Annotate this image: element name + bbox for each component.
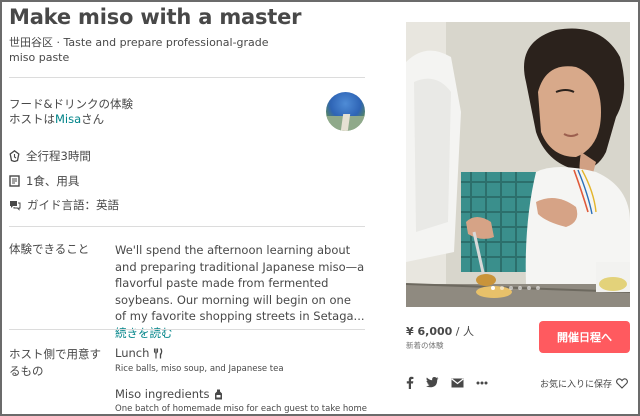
carousel-dot[interactable] <box>509 286 513 290</box>
new-experience-note: 新着の体験 <box>406 341 444 350</box>
host-avatar[interactable] <box>326 92 365 131</box>
experience-photo[interactable] <box>406 22 630 307</box>
host-suffix: さん <box>81 112 105 126</box>
wishlist-label: お気に入りに保存 <box>540 380 613 390</box>
description-text: We'll spend the afternoon learning about… <box>115 243 365 323</box>
provided-item-name: Miso ingredients <box>115 387 210 401</box>
heart-icon <box>616 378 628 389</box>
host-line: ホストはMisaさん <box>9 112 104 127</box>
carousel-dot[interactable] <box>518 286 522 290</box>
carousel-dot[interactable] <box>500 286 504 290</box>
more-icon[interactable] <box>476 381 488 385</box>
save-to-wishlist[interactable]: お気に入りに保存 <box>540 377 628 390</box>
provided-item-description: One batch of homemade miso for each gues… <box>115 404 367 414</box>
includes-row: 1食、用具 <box>9 173 79 189</box>
price-amount: ¥ 6,000 <box>406 325 453 338</box>
facebook-icon[interactable] <box>406 376 414 389</box>
bottle-icon <box>214 389 222 399</box>
provides-section-label: ホスト側で用意するもの <box>9 347 101 378</box>
listing-subtitle: 世田谷区 · Taste and prepare professional-gr… <box>9 36 269 64</box>
language-row: ガイド言語：英語 <box>9 197 119 213</box>
provided-item-description: Rice balls, miso soup, and Japanese tea <box>115 364 284 374</box>
chat-bubble-icon <box>10 201 21 211</box>
experience-section-label: 体験できること <box>9 242 90 256</box>
divider <box>9 329 365 330</box>
page-title: Make miso with a master <box>9 5 302 29</box>
experience-type: フード&ドリンクの体験 <box>9 97 133 111</box>
divider <box>9 226 365 227</box>
provided-item-title: Lunch <box>115 346 163 360</box>
clock-icon <box>9 150 20 162</box>
duration-row: 全行程3時間 <box>9 148 91 164</box>
carousel-dot[interactable] <box>491 286 495 290</box>
carousel-dots[interactable] <box>491 286 540 290</box>
email-icon[interactable] <box>451 378 464 388</box>
photo-scene <box>406 22 630 307</box>
read-more-link[interactable]: 続きを読む <box>115 326 173 340</box>
host-prefix: ホストは <box>9 112 55 126</box>
price: ¥ 6,000 / 人 <box>406 323 474 339</box>
utensils-icon <box>154 347 163 358</box>
provided-item-name: Lunch <box>115 346 150 360</box>
experience-description: We'll spend the afternoon learning about… <box>115 242 365 341</box>
see-dates-button[interactable]: 開催日程へ <box>539 321 630 353</box>
price-unit: / 人 <box>452 325 474 338</box>
host-name-link[interactable]: Misa <box>55 112 81 126</box>
includes-text: 1食、用具 <box>26 174 80 188</box>
duration-text: 全行程3時間 <box>26 149 91 163</box>
share-row <box>406 376 488 389</box>
carousel-dot[interactable] <box>527 286 531 290</box>
language-text: ガイド言語：英語 <box>27 198 119 212</box>
carousel-dot[interactable] <box>536 286 540 290</box>
divider <box>9 77 365 78</box>
twitter-icon[interactable] <box>426 377 439 388</box>
provided-item-title: Miso ingredients <box>115 387 223 401</box>
receipt-icon <box>9 175 20 187</box>
